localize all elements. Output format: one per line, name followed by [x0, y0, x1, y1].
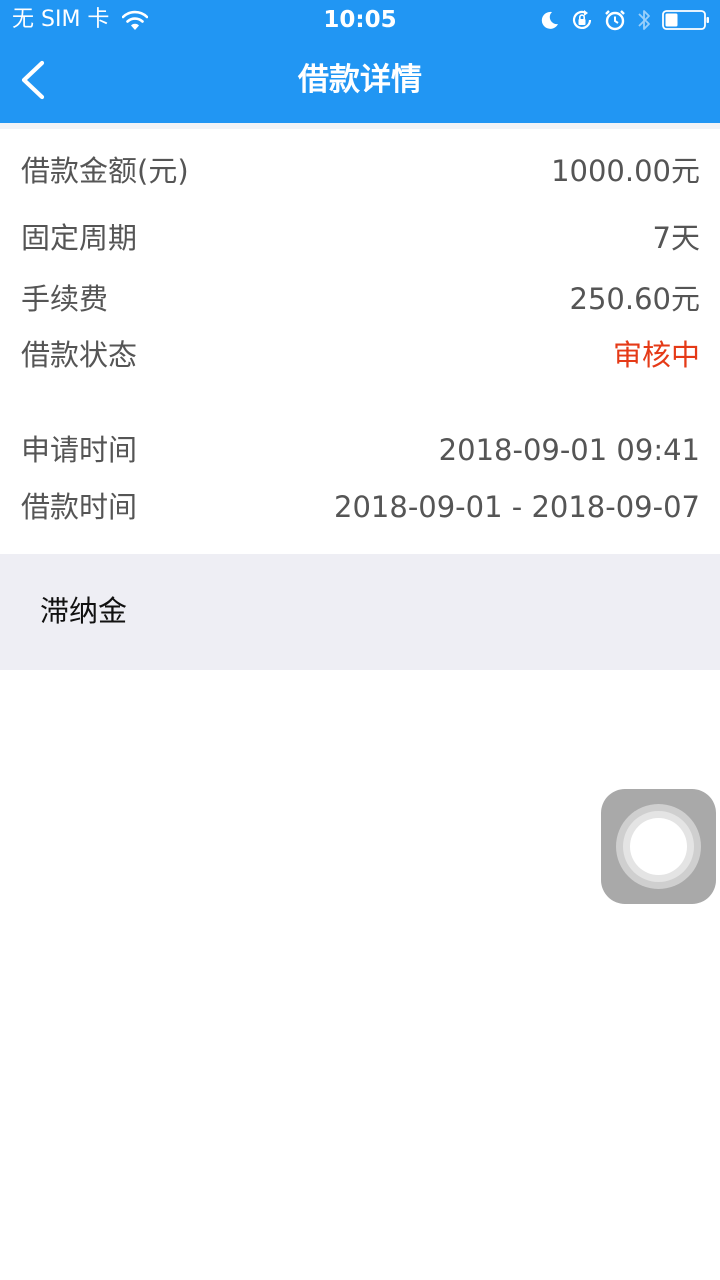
bluetooth-icon: [638, 10, 650, 30]
detail-row-loan-period: 借款时间 2018-09-01 - 2018-09-07: [0, 477, 720, 537]
navigation-bar: 借款详情: [0, 40, 720, 123]
apply-time-value: 2018-09-01 09:41: [438, 433, 700, 467]
detail-row-loan-amount: 借款金额(元) 1000.00元: [0, 141, 720, 201]
loan-period-value: 2018-09-01 - 2018-09-07: [334, 490, 700, 524]
loan-status-value: 审核中: [612, 338, 700, 372]
service-fee-label: 手续费: [21, 282, 109, 316]
service-fee-value: 250.60元: [569, 282, 700, 316]
detail-row-fixed-period: 固定周期 7天: [0, 208, 720, 268]
loan-period-label: 借款时间: [21, 490, 138, 524]
detail-row-apply-time: 申请时间 2018-09-01 09:41: [0, 420, 720, 480]
loan-status-label: 借款状态: [21, 338, 138, 372]
apply-time-label: 申请时间: [21, 433, 138, 467]
assistive-touch-ring-inner: [630, 818, 687, 875]
rotation-lock-icon: [572, 10, 592, 29]
assistive-touch-button[interactable]: [601, 789, 716, 904]
status-bar: 无 SIM 卡 10:05: [0, 0, 720, 40]
fixed-period-label: 固定周期: [21, 221, 138, 255]
app-header: 无 SIM 卡 10:05 借款详情: [0, 0, 720, 123]
page-title: 借款详情: [298, 62, 422, 98]
moon-icon: [541, 11, 558, 29]
battery-icon: [662, 10, 709, 30]
detail-row-service-fee: 手续费 250.60元: [0, 269, 720, 329]
late-fee-label: 滞纳金: [40, 594, 128, 628]
loan-detail-screen: 无 SIM 卡 10:05 借款详情 借款金额(元) 1000.00元 固定周期…: [0, 0, 720, 1280]
status-icons: [530, 7, 710, 33]
loan-amount-value: 1000.00元: [551, 154, 700, 188]
alarm-icon: [605, 10, 625, 31]
fixed-period-value: 7天: [652, 221, 700, 255]
detail-row-loan-status: 借款状态 审核中: [0, 325, 720, 385]
late-fee-section: 滞纳金: [0, 554, 720, 670]
header-divider: [0, 123, 720, 129]
loan-amount-label: 借款金额(元): [21, 154, 189, 188]
